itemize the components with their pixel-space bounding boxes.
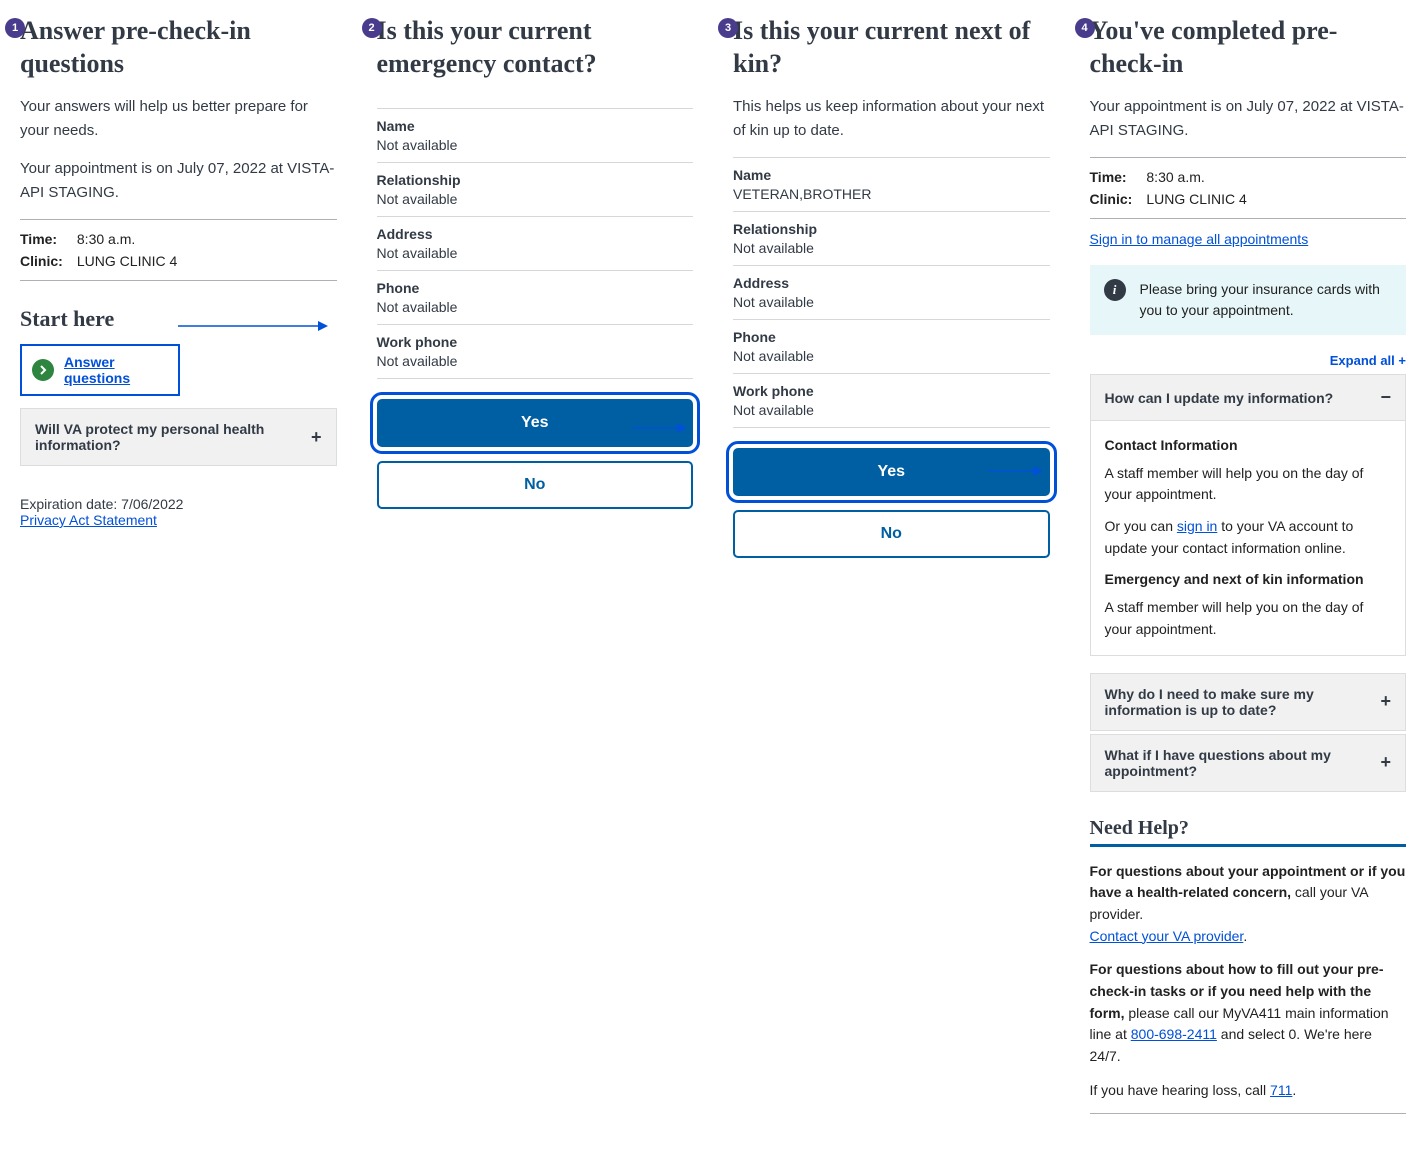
accordion-why-update[interactable]: Why do I need to make sure my informatio… bbox=[1090, 673, 1407, 731]
field-block: Work phone Not available bbox=[377, 325, 694, 379]
info-icon: i bbox=[1104, 279, 1126, 301]
time-row: Time: 8:30 a.m. bbox=[1090, 166, 1407, 188]
appointment-text: Your appointment is on July 07, 2022 at … bbox=[1090, 95, 1407, 143]
panel-2: 2 Is this your current emergency contact… bbox=[367, 10, 704, 1122]
accordion-protect-info[interactable]: Will VA protect my personal health infor… bbox=[20, 408, 337, 466]
field-block: Phone Not available bbox=[377, 271, 694, 325]
signin-inline-link[interactable]: sign in bbox=[1177, 518, 1217, 534]
help-text-3: If you have hearing loss, call 711. bbox=[1090, 1080, 1407, 1102]
info-alert: i Please bring your insurance cards with… bbox=[1090, 265, 1407, 335]
accordion-update-info-content: Contact Information A staff member will … bbox=[1090, 421, 1407, 656]
minus-icon: − bbox=[1380, 387, 1391, 408]
step-badge-1: 1 bbox=[5, 18, 25, 38]
field-label: Relationship bbox=[733, 221, 1050, 237]
panel-4: 4 You've completed pre-check-in Your app… bbox=[1080, 10, 1417, 1122]
time-value: 8:30 a.m. bbox=[77, 231, 135, 247]
step-badge-2: 2 bbox=[362, 18, 382, 38]
no-button[interactable]: No bbox=[733, 510, 1050, 558]
field-label: Work phone bbox=[377, 334, 694, 350]
tty-link[interactable]: 711 bbox=[1270, 1082, 1292, 1098]
field-block: Address Not available bbox=[733, 266, 1050, 320]
page-title: Is this your current emergency contact? bbox=[377, 15, 694, 80]
page-title: Is this your current next of kin? bbox=[733, 15, 1050, 80]
clinic-row: Clinic: LUNG CLINIC 4 bbox=[1090, 188, 1407, 210]
time-row: Time: 8:30 a.m. bbox=[20, 228, 337, 250]
intro-text: This helps us keep information about you… bbox=[733, 95, 1050, 143]
accordion-update-info[interactable]: How can I update my information? − bbox=[1090, 374, 1407, 421]
field-block: Relationship Not available bbox=[733, 212, 1050, 266]
privacy-link[interactable]: Privacy Act Statement bbox=[20, 512, 157, 528]
field-value: Not available bbox=[377, 191, 694, 207]
phone-link[interactable]: 800-698-2411 bbox=[1131, 1026, 1217, 1042]
clinic-value: LUNG CLINIC 4 bbox=[77, 253, 177, 269]
accordion-label: What if I have questions about my appoin… bbox=[1105, 747, 1371, 779]
step-badge-3: 3 bbox=[718, 18, 738, 38]
emergency-heading: Emergency and next of kin information bbox=[1105, 569, 1392, 591]
plus-icon: + bbox=[1380, 752, 1391, 773]
start-here-heading: Start here bbox=[20, 306, 337, 332]
yes-button[interactable]: Yes bbox=[377, 399, 694, 447]
field-label: Address bbox=[377, 226, 694, 242]
expand-all-link[interactable]: Expand all + bbox=[1090, 353, 1407, 368]
field-block: Name Not available bbox=[377, 109, 694, 163]
signin-text: Or you can sign in to your VA account to… bbox=[1105, 516, 1392, 559]
field-label: Phone bbox=[377, 280, 694, 296]
field-block: Address Not available bbox=[377, 217, 694, 271]
field-block: Work phone Not available bbox=[733, 374, 1050, 428]
field-label: Name bbox=[377, 118, 694, 134]
contact-info-heading: Contact Information bbox=[1105, 435, 1392, 457]
step-badge-4: 4 bbox=[1075, 18, 1095, 38]
panel-1: 1 Answer pre-check-in questions Your ans… bbox=[10, 10, 347, 1122]
time-label: Time: bbox=[1090, 169, 1135, 185]
plus-icon: + bbox=[1380, 691, 1391, 712]
expiration-text: Expiration date: 7/06/2022 bbox=[20, 496, 337, 512]
field-value: VETERAN,BROTHER bbox=[733, 186, 1050, 202]
appointment-text: Your appointment is on July 07, 2022 at … bbox=[20, 157, 337, 205]
field-label: Phone bbox=[733, 329, 1050, 345]
accordion-label: How can I update my information? bbox=[1105, 390, 1334, 406]
field-value: Not available bbox=[733, 240, 1050, 256]
field-block: Phone Not available bbox=[733, 320, 1050, 374]
help-text-2: For questions about how to fill out your… bbox=[1090, 959, 1407, 1067]
answer-questions-button[interactable]: Answer questions bbox=[20, 344, 180, 396]
clinic-label: Clinic: bbox=[1090, 191, 1135, 207]
no-button[interactable]: No bbox=[377, 461, 694, 509]
field-value: Not available bbox=[377, 137, 694, 153]
page-title: You've completed pre-check-in bbox=[1090, 15, 1407, 80]
clinic-label: Clinic: bbox=[20, 253, 65, 269]
field-label: Address bbox=[733, 275, 1050, 291]
field-value: Not available bbox=[377, 299, 694, 315]
time-label: Time: bbox=[20, 231, 65, 247]
alert-text: Please bring your insurance cards with y… bbox=[1140, 279, 1393, 321]
field-label: Name bbox=[733, 167, 1050, 183]
plus-icon: + bbox=[311, 427, 322, 448]
field-label: Work phone bbox=[733, 383, 1050, 399]
contact-provider-link[interactable]: Contact your VA provider bbox=[1090, 928, 1244, 944]
yes-button[interactable]: Yes bbox=[733, 448, 1050, 496]
emergency-text: A staff member will help you on the day … bbox=[1105, 597, 1392, 640]
field-value: Not available bbox=[733, 402, 1050, 418]
panel-3: 3 Is this your current next of kin? This… bbox=[723, 10, 1060, 1122]
field-value: Not available bbox=[733, 348, 1050, 364]
accordion-label: Why do I need to make sure my informatio… bbox=[1105, 686, 1371, 718]
field-value: Not available bbox=[733, 294, 1050, 310]
page-title: Answer pre-check-in questions bbox=[20, 15, 337, 80]
field-value: Not available bbox=[377, 353, 694, 369]
help-text-1: For questions about your appointment or … bbox=[1090, 861, 1407, 948]
contact-info-text: A staff member will help you on the day … bbox=[1105, 463, 1392, 506]
clinic-row: Clinic: LUNG CLINIC 4 bbox=[20, 250, 337, 272]
field-value: Not available bbox=[377, 245, 694, 261]
field-block: Relationship Not available bbox=[377, 163, 694, 217]
clinic-value: LUNG CLINIC 4 bbox=[1146, 191, 1246, 207]
accordion-label: Will VA protect my personal health infor… bbox=[35, 421, 301, 453]
intro-text: Your answers will help us better prepare… bbox=[20, 95, 337, 143]
chevron-right-icon bbox=[32, 359, 54, 381]
signin-link[interactable]: Sign in to manage all appointments bbox=[1090, 231, 1407, 247]
field-label: Relationship bbox=[377, 172, 694, 188]
answer-questions-link: Answer questions bbox=[64, 354, 168, 386]
accordion-questions[interactable]: What if I have questions about my appoin… bbox=[1090, 734, 1407, 792]
need-help-heading: Need Help? bbox=[1090, 817, 1407, 840]
field-block: Name VETERAN,BROTHER bbox=[733, 158, 1050, 212]
time-value: 8:30 a.m. bbox=[1146, 169, 1204, 185]
